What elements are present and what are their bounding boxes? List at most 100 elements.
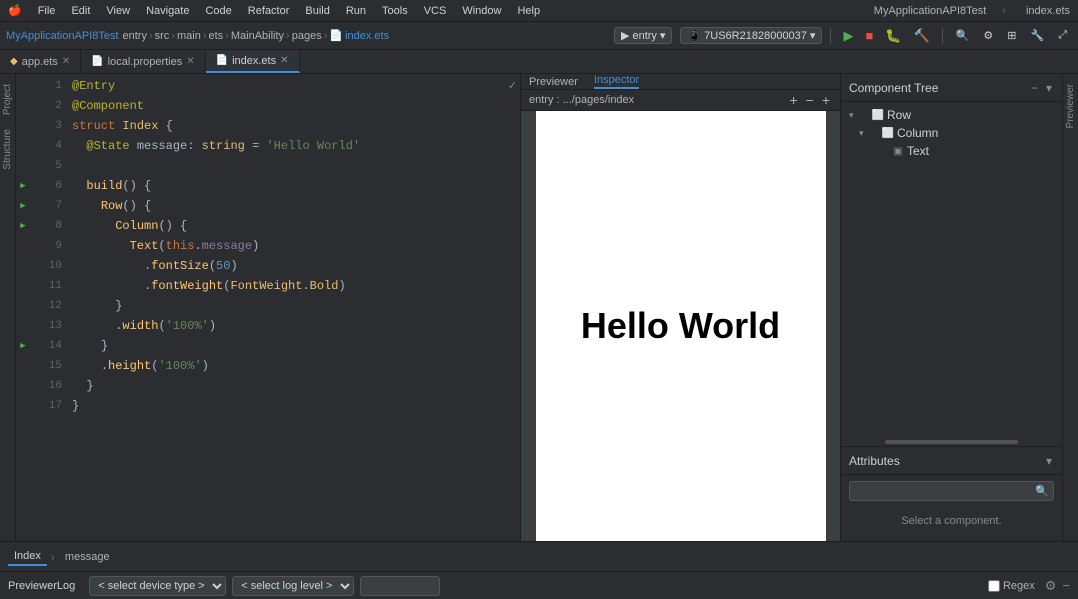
code-area[interactable]: ▶ ▶ ▶ ▶ 1 2 3 4 5 6 7 8	[16, 74, 520, 541]
attributes-collapse-btn[interactable]: ▾	[1044, 452, 1054, 470]
run-button[interactable]: ▶	[839, 26, 857, 46]
gutter-14: ▶	[16, 336, 30, 356]
status-tab-index[interactable]: Index	[8, 548, 47, 566]
breadcrumb-mainability[interactable]: MainAbility	[231, 30, 284, 42]
comp-tree-collapse-btn[interactable]: −	[1029, 79, 1040, 97]
menu-apple[interactable]: 🍎	[4, 4, 26, 17]
menu-run[interactable]: Run	[342, 5, 370, 17]
previewer-controls: + − +	[787, 90, 832, 110]
decorator-component: @Component	[72, 96, 144, 116]
tree-scrollbar[interactable]	[841, 438, 1062, 446]
tab-index-close[interactable]: ✕	[280, 55, 288, 66]
tab-local-properties[interactable]: 📄 local.properties ✕	[81, 50, 205, 73]
indent14	[72, 336, 101, 356]
sidebar-project[interactable]: Project	[0, 78, 15, 121]
ln-13: 13	[34, 316, 62, 336]
tree-item-text[interactable]: ▶ ▣ Text	[861, 142, 1062, 160]
menu-build[interactable]: Build	[301, 5, 333, 17]
right-sidebar-previewer[interactable]: Previewer	[1063, 78, 1078, 134]
brace17: }	[72, 396, 79, 416]
bold-val: Bold	[310, 276, 339, 296]
log-settings-button[interactable]: ⚙	[1045, 578, 1057, 594]
menu-help[interactable]: Help	[513, 5, 544, 17]
paren8: () {	[158, 216, 187, 236]
menu-view[interactable]: View	[102, 5, 134, 17]
paren10a: (	[209, 256, 216, 276]
breadcrumb-src[interactable]: src	[155, 30, 170, 42]
menu-tools[interactable]: Tools	[378, 5, 412, 17]
comp-tree-title: Component Tree	[849, 81, 1029, 95]
code-line-17: }	[72, 396, 520, 416]
status-tab-message[interactable]: message	[59, 549, 116, 565]
entry-tag[interactable]: ▶ entry ▾	[614, 27, 672, 44]
tab-local-close[interactable]: ✕	[186, 56, 194, 67]
attr-search-input[interactable]	[849, 481, 1054, 501]
comp-tree-body: ▾ ⬜ Row ▾ ⬜ Column ▶ ▣ Text	[841, 102, 1062, 438]
menu-vcs[interactable]: VCS	[420, 5, 451, 17]
debug-button[interactable]: 🐛	[881, 26, 905, 46]
code-line-8: Column () {	[72, 216, 520, 236]
code-line-2: @Component	[72, 96, 520, 116]
breadcrumb-entry[interactable]: entry	[123, 30, 147, 42]
decorator-entry: @Entry	[72, 76, 115, 96]
menu-edit[interactable]: Edit	[67, 5, 94, 17]
width-val: '100%'	[166, 316, 209, 336]
code-line-10: . fontSize ( 50 )	[72, 256, 520, 276]
project-name[interactable]: MyApplicationAPI8Test	[6, 30, 119, 42]
breadcrumb-index-ets[interactable]: 📄 index.ets	[329, 29, 389, 42]
code-line-13: . width ( '100%' )	[72, 316, 520, 336]
menu-file[interactable]: File	[34, 5, 60, 17]
log-regex-checkbox[interactable]	[988, 580, 1000, 592]
phone-icon: 📱	[687, 29, 701, 42]
layout-button[interactable]: ⊞	[1002, 27, 1021, 44]
previewer-tab-previewer[interactable]: Previewer	[529, 76, 578, 88]
tab-app-ets-close[interactable]: ✕	[62, 56, 70, 67]
indent15	[72, 356, 101, 376]
tab-app-ets[interactable]: ◆ app.ets ✕	[0, 50, 81, 73]
indent11	[72, 276, 144, 296]
tools-button[interactable]: 🔧	[1025, 27, 1049, 44]
settings-button[interactable]: ⚙	[978, 27, 998, 44]
menu-navigate[interactable]: Navigate	[142, 5, 193, 17]
code-line-4: @State message : string = 'Hello World'	[72, 136, 520, 156]
sidebar-structure[interactable]: Structure	[0, 123, 15, 176]
log-level-select[interactable]: < select log level >	[232, 576, 354, 596]
toolbar-right: ▶ entry ▾ 📱 7US6R21828000037 ▾ ▶ ■ 🐛 🔨 🔍…	[614, 26, 1072, 46]
code-content[interactable]: @Entry ✓ @Component struct Index {	[66, 74, 520, 541]
this-kw: this	[166, 236, 195, 256]
code-line-15: . height ( '100%' )	[72, 356, 520, 376]
comp-tree-expand-btn[interactable]: ▾	[1044, 79, 1054, 97]
log-close-button[interactable]: −	[1062, 578, 1070, 593]
breadcrumb-file: index.ets	[1022, 5, 1074, 17]
expand-button[interactable]: ⤢	[1053, 27, 1072, 44]
search-button[interactable]: 🔍	[951, 27, 975, 44]
tab-index-ets[interactable]: 📄 index.ets ✕	[206, 50, 300, 73]
indent9	[72, 236, 130, 256]
device-tag[interactable]: 📱 7US6R21828000037 ▾	[680, 27, 822, 44]
menu-window[interactable]: Window	[458, 5, 505, 17]
device-type-select[interactable]: < select device type >	[89, 576, 226, 596]
previewer-path-text: entry : .../pages/index	[529, 94, 634, 106]
tree-item-row[interactable]: ▾ ⬜ Row	[841, 106, 1062, 124]
tab-index-icon: 📄	[216, 55, 228, 66]
tree-item-column[interactable]: ▾ ⬜ Column	[851, 124, 1062, 142]
menu-bar: 🍎 File Edit View Navigate Code Refactor …	[0, 0, 1078, 22]
breadcrumb: entry › src › main › ets › MainAbility ›…	[123, 29, 390, 42]
paren9b: )	[252, 236, 259, 256]
log-search-input[interactable]	[360, 576, 440, 596]
stop-button[interactable]: ■	[861, 26, 877, 45]
paren11b: )	[338, 276, 345, 296]
zoom-out-button[interactable]: −	[804, 90, 816, 110]
add-button[interactable]: +	[787, 90, 799, 110]
previewer-tab-inspector[interactable]: Inspector	[594, 74, 639, 89]
gutter-15	[16, 356, 30, 376]
breadcrumb-main[interactable]: main	[177, 30, 201, 42]
breadcrumb-pages[interactable]: pages	[292, 30, 322, 42]
menu-refactor[interactable]: Refactor	[244, 5, 294, 17]
menu-code[interactable]: Code	[201, 5, 235, 17]
toolbar-sep1	[830, 28, 831, 44]
breadcrumb-ets[interactable]: ets	[209, 30, 224, 42]
zoom-in-button[interactable]: +	[820, 90, 832, 110]
code-editor: ▶ ▶ ▶ ▶ 1 2 3 4 5 6 7 8	[16, 74, 521, 541]
build-button[interactable]: 🔨	[910, 26, 934, 46]
